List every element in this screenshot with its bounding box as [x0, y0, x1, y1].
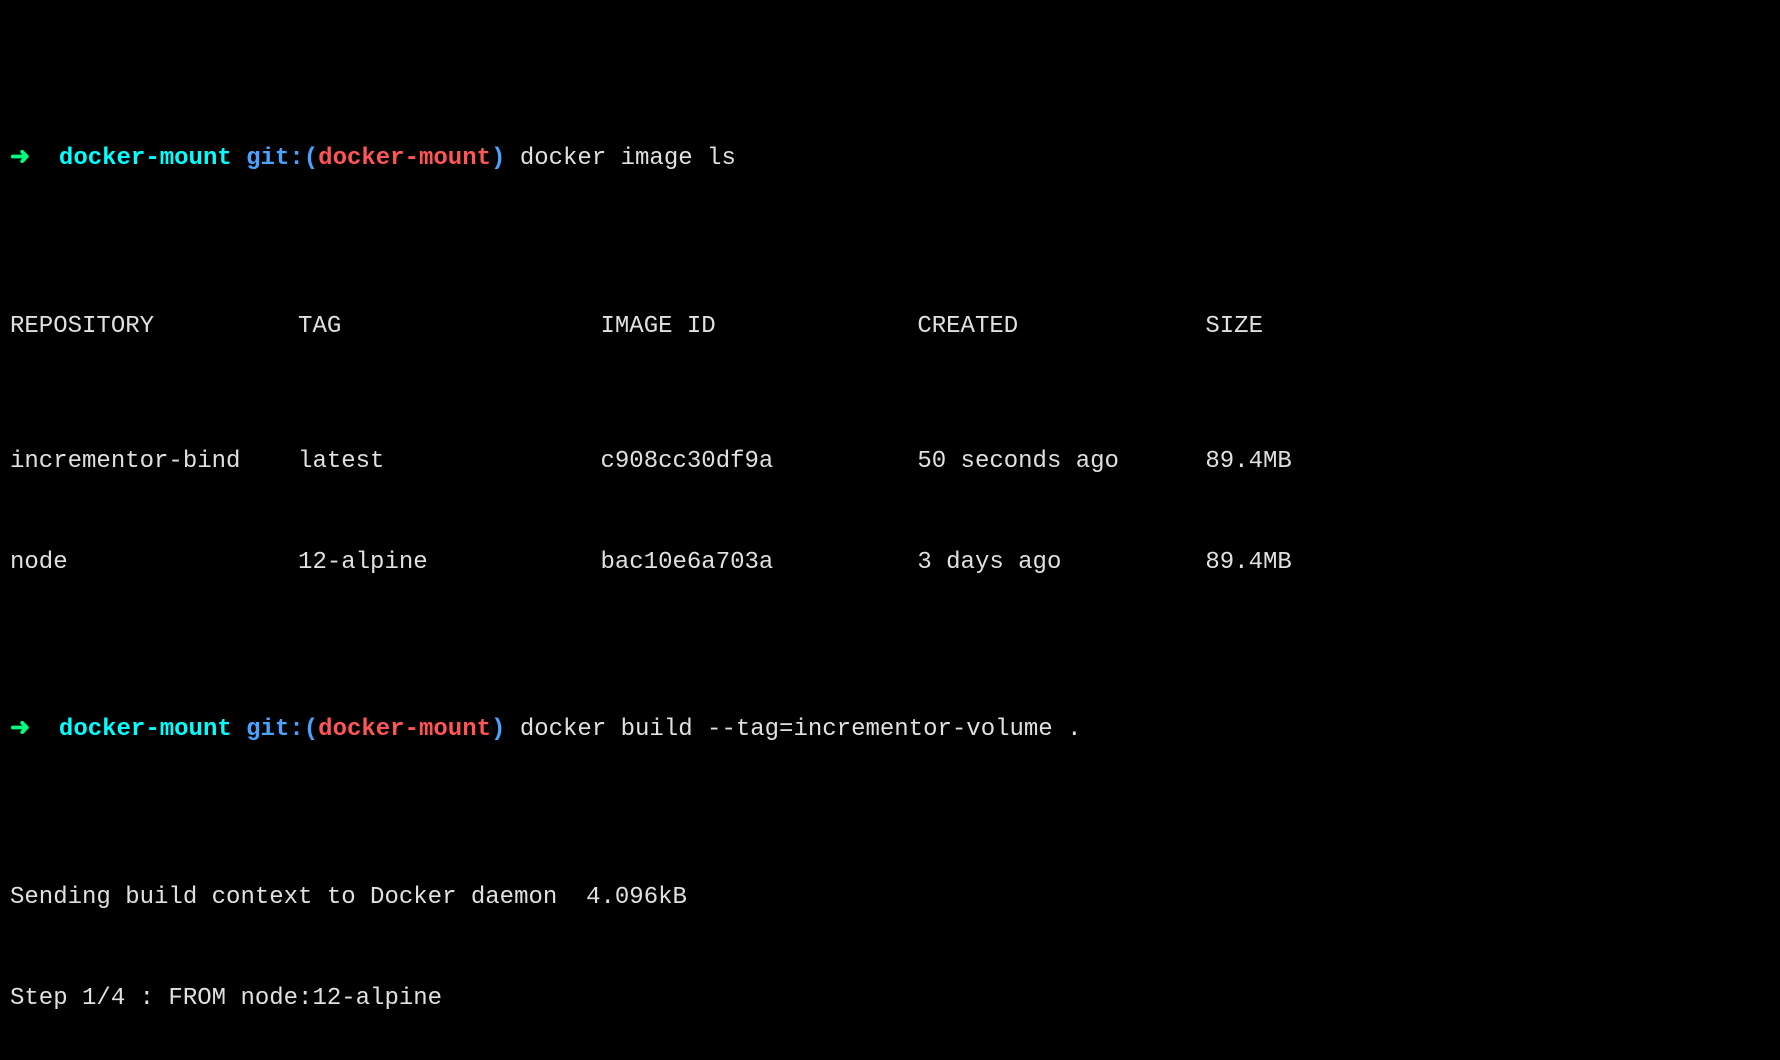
th-tag: TAG	[298, 310, 600, 344]
table-row: node12-alpinebac10e6a703a3 days ago89.4M…	[10, 546, 1770, 580]
prompt-arrow-icon: ➜	[10, 716, 30, 743]
prompt-git-label: git:	[246, 145, 304, 172]
prompt-cwd: docker-mount	[59, 145, 232, 172]
prompt-line-2: ➜ docker-mount git:(docker-mount) docker…	[10, 713, 1770, 747]
table1-header: REPOSITORYTAGIMAGE IDCREATEDSIZE	[10, 310, 1770, 344]
th-image-id: IMAGE ID	[600, 310, 917, 344]
cell-id: c908cc30df9a	[600, 445, 917, 479]
cell-repo: incrementor-bind	[10, 445, 298, 479]
cell-repo: node	[10, 546, 298, 580]
prompt-line-1: ➜ docker-mount git:(docker-mount) docker…	[10, 142, 1770, 176]
cell-created: 50 seconds ago	[917, 445, 1205, 479]
prompt-git-label: git:	[246, 716, 304, 743]
th-size: SIZE	[1205, 310, 1320, 344]
cell-id: bac10e6a703a	[600, 546, 917, 580]
cell-size: 89.4MB	[1205, 445, 1320, 479]
th-created: CREATED	[917, 310, 1205, 344]
prompt-branch: docker-mount	[318, 716, 491, 743]
command-1: docker image ls	[520, 145, 736, 172]
table-row: incrementor-bindlatestc908cc30df9a50 sec…	[10, 445, 1770, 479]
prompt-paren-close: )	[491, 145, 505, 172]
prompt-paren-open: (	[304, 716, 318, 743]
prompt-arrow-icon: ➜	[10, 145, 30, 172]
build-output-line: Sending build context to Docker daemon 4…	[10, 881, 1770, 915]
prompt-cwd: docker-mount	[59, 716, 232, 743]
cell-created: 3 days ago	[917, 546, 1205, 580]
prompt-paren-close: )	[491, 716, 505, 743]
command-2: docker build --tag=incrementor-volume .	[520, 716, 1082, 743]
th-repository: REPOSITORY	[10, 310, 298, 344]
prompt-paren-open: (	[304, 145, 318, 172]
cell-tag: latest	[298, 445, 600, 479]
cell-size: 89.4MB	[1205, 546, 1320, 580]
terminal[interactable]: ➜ docker-mount git:(docker-mount) docker…	[0, 0, 1780, 1060]
prompt-branch: docker-mount	[318, 145, 491, 172]
build-output-line: Step 1/4 : FROM node:12-alpine	[10, 982, 1770, 1016]
cell-tag: 12-alpine	[298, 546, 600, 580]
